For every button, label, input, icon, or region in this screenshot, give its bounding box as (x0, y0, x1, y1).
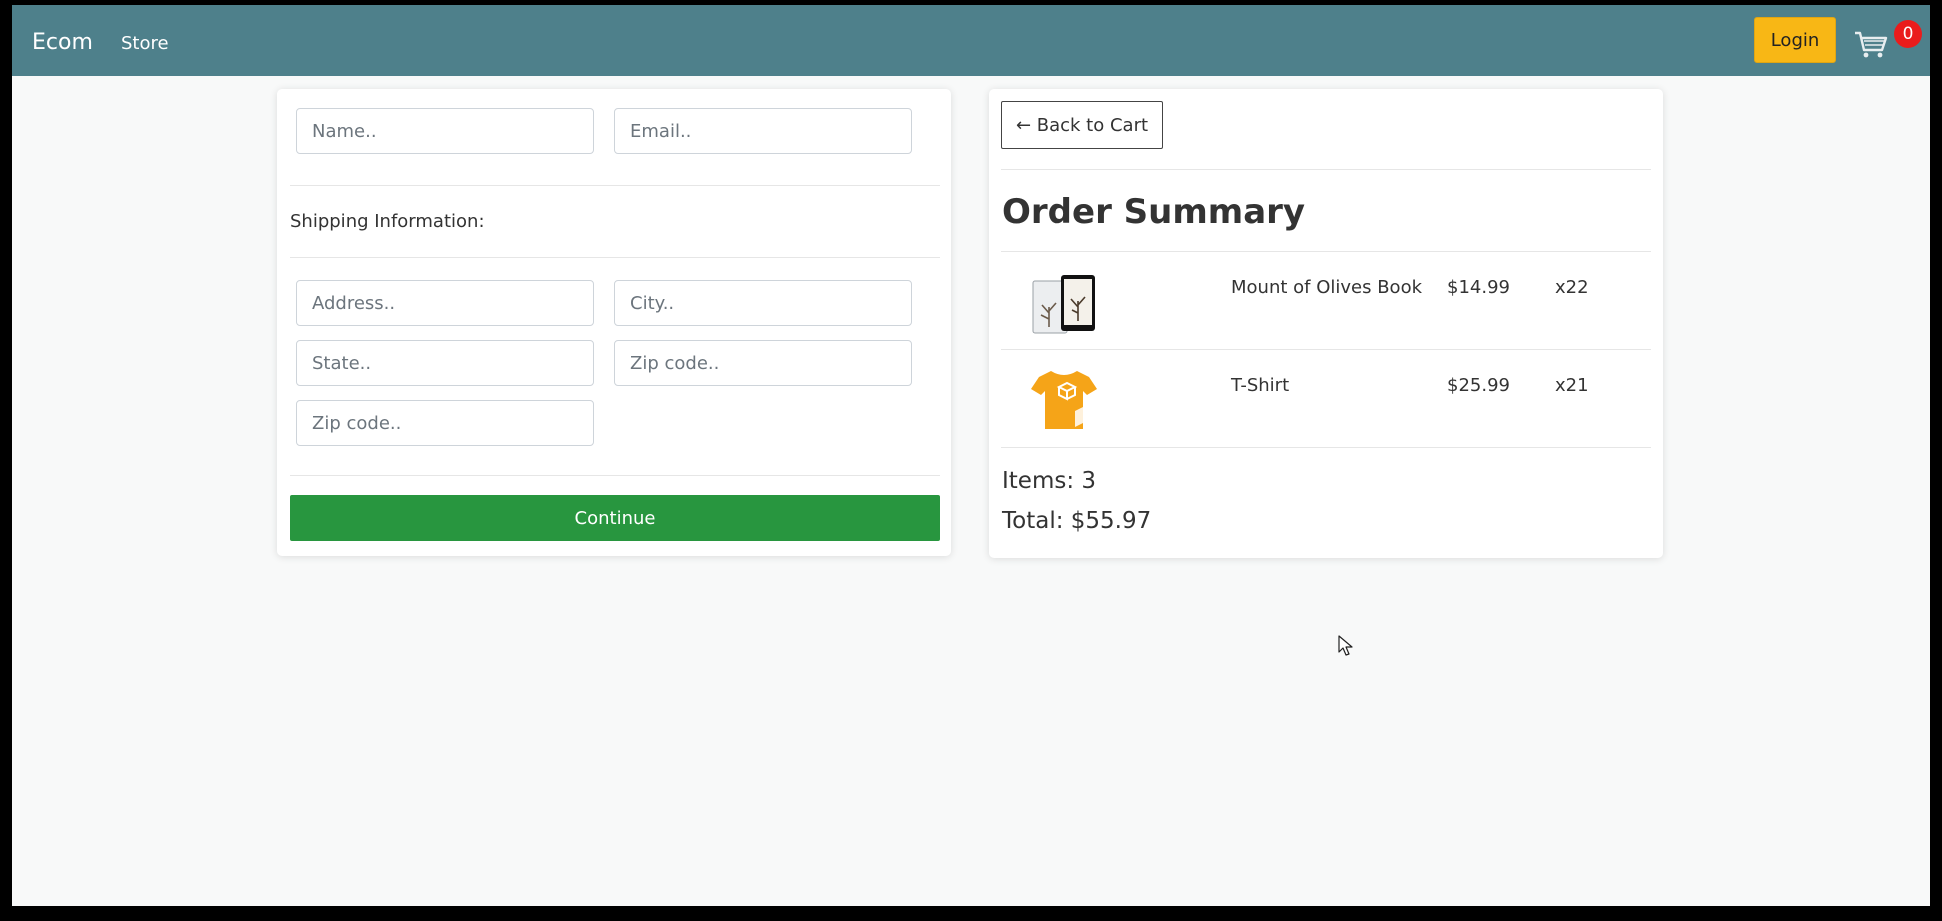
item-quantity: x22 (1555, 277, 1589, 298)
browser-viewport: Ecom Store Login 0 Shipping Information:… (12, 5, 1930, 906)
brand-logo[interactable]: Ecom (32, 30, 93, 55)
book-tablet-icon (1032, 275, 1095, 334)
divider (1001, 251, 1651, 252)
back-to-cart-button[interactable]: ← Back to Cart (1001, 101, 1163, 149)
divider (290, 185, 940, 186)
navbar: Ecom Store Login 0 (12, 5, 1930, 76)
item-quantity: x21 (1555, 375, 1589, 396)
cart-count-badge: 0 (1894, 20, 1922, 48)
divider (1001, 169, 1651, 170)
item-name: Mount of Olives Book (1231, 277, 1423, 298)
email-field[interactable] (614, 108, 912, 154)
login-button[interactable]: Login (1754, 17, 1836, 63)
shipping-form-card: Shipping Information: Continue (277, 89, 951, 556)
items-count: Items: 3 (1002, 468, 1097, 494)
cart-button[interactable]: 0 (1854, 20, 1922, 64)
order-total: Total: $55.97 (1002, 508, 1152, 534)
zipcode-field[interactable] (614, 340, 912, 386)
item-name: T-Shirt (1231, 375, 1290, 396)
divider (1001, 447, 1651, 448)
item-price: $14.99 (1447, 277, 1510, 298)
nav-store-link[interactable]: Store (121, 33, 169, 54)
order-summary-title: Order Summary (1002, 192, 1306, 232)
divider (290, 475, 940, 476)
mouse-pointer-icon (1338, 635, 1353, 656)
order-item-row: T-Shirt $25.99 x21 (989, 351, 1663, 447)
name-field[interactable] (296, 108, 594, 154)
order-summary-card: ← Back to Cart Order Summary Mount of Ol… (989, 89, 1663, 558)
address-field[interactable] (296, 280, 594, 326)
state-field[interactable] (296, 340, 594, 386)
divider (1001, 349, 1651, 350)
item-price: $25.99 (1447, 375, 1510, 396)
shipping-info-label: Shipping Information: (290, 211, 485, 232)
city-field[interactable] (614, 280, 912, 326)
order-item-row: Mount of Olives Book $14.99 x22 (989, 253, 1663, 349)
continue-button[interactable]: Continue (290, 495, 940, 541)
zipcode-field-2[interactable] (296, 400, 594, 446)
cart-icon (1855, 31, 1888, 58)
tshirt-icon (1031, 371, 1097, 429)
divider (290, 257, 940, 258)
